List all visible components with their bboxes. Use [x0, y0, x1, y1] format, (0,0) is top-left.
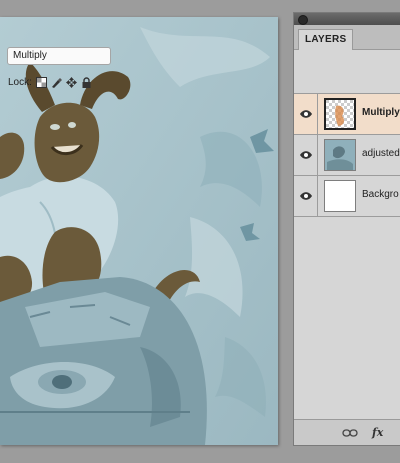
- layer-name: adjusted: [362, 148, 400, 159]
- layers-list: Multiply adjusted Backgro: [294, 93, 400, 217]
- tab-layers[interactable]: LAYERS: [298, 29, 354, 50]
- layer-row-adjusted[interactable]: adjusted: [294, 135, 400, 176]
- blend-mode-select[interactable]: Multiply: [7, 47, 111, 65]
- eye-icon[interactable]: [294, 135, 318, 175]
- layers-panel: LAYERS: [293, 12, 400, 446]
- eye-icon[interactable]: [294, 176, 318, 216]
- layer-thumbnail: [324, 180, 356, 212]
- layer-thumbnail: [324, 139, 356, 171]
- layer-name: Multiply: [362, 107, 400, 118]
- lock-pixels-icon[interactable]: [51, 77, 62, 88]
- panel-titlebar: [294, 13, 400, 25]
- lock-all-icon[interactable]: [81, 76, 92, 88]
- lock-row: Lock:: [8, 75, 92, 89]
- link-icon[interactable]: [342, 424, 358, 442]
- lock-transparency-icon[interactable]: [35, 76, 47, 88]
- layer-row-background[interactable]: Backgro: [294, 176, 400, 217]
- panel-bottom-bar: fx: [294, 419, 400, 445]
- close-icon[interactable]: [298, 15, 308, 25]
- lock-label: Lock:: [8, 76, 32, 88]
- panel-tab-strip: LAYERS: [294, 25, 400, 50]
- layer-row-multiply[interactable]: Multiply: [294, 94, 400, 135]
- eye-icon[interactable]: [294, 94, 318, 134]
- fx-icon[interactable]: fx: [372, 426, 383, 439]
- layer-name: Backgro: [362, 189, 399, 200]
- lock-position-icon[interactable]: [65, 76, 77, 88]
- layer-thumbnail: [324, 98, 356, 130]
